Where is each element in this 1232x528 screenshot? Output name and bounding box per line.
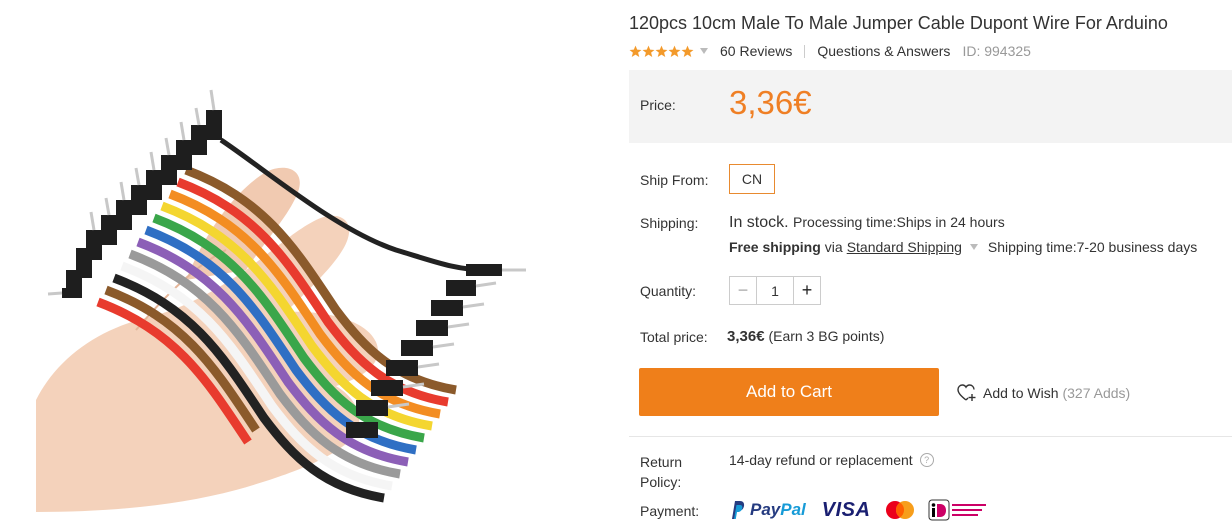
price-box: Price: 3,36€ <box>629 70 1232 143</box>
processing-time: Processing time:Ships in 24 hours <box>793 214 1005 230</box>
paypal-text-1: Pay <box>750 500 781 519</box>
star-icon <box>642 45 655 57</box>
quantity-label: Quantity: <box>640 283 697 299</box>
ideal-logo-icon <box>928 499 988 521</box>
payment-methods: Pay Pal VISA <box>729 498 988 522</box>
bg-points: (Earn 3 BG points) <box>768 328 885 344</box>
quantity-increase-button[interactable]: + <box>793 277 820 304</box>
add-to-wish-label: Add to Wish <box>983 385 1059 401</box>
star-icon <box>629 45 642 57</box>
shipping-method-dropdown-icon[interactable] <box>969 244 978 250</box>
meta-divider <box>804 44 806 58</box>
visa-logo-icon: VISA <box>821 498 871 521</box>
wish-count: (327 Adds) <box>1062 385 1131 401</box>
stock-status: In stock. Processing time:Ships in 24 ho… <box>729 214 1005 232</box>
free-shipping-text: Free shipping <box>729 239 821 255</box>
total-price-label: Total price: <box>640 329 708 345</box>
heart-plus-icon <box>957 384 976 401</box>
product-image[interactable] <box>36 80 536 512</box>
ideal-badge-icon <box>928 499 987 521</box>
product-meta: 60 Reviews Questions & Answers ID: 99432… <box>629 41 1031 61</box>
quantity-decrease-button[interactable]: − <box>730 277 757 304</box>
price-value: 3,36€ <box>729 84 812 121</box>
return-policy: 14-day refund or replacement ? <box>729 452 934 468</box>
mastercard-circles-icon <box>886 501 915 519</box>
shipping-label: Shipping: <box>640 215 699 231</box>
paypal-text-2: Pal <box>780 500 806 519</box>
price-label: Price: <box>640 97 676 113</box>
total-price: 3,36€ (Earn 3 BG points) <box>727 328 884 345</box>
product-title: 120pcs 10cm Male To Male Jumper Cable Du… <box>629 13 1168 33</box>
help-icon[interactable]: ? <box>919 453 934 467</box>
reviews-link[interactable]: 60 Reviews <box>720 43 792 59</box>
return-policy-value: 14-day refund or replacement <box>729 452 913 468</box>
paypal-logo-icon: Pay Pal <box>729 500 806 520</box>
rating-dropdown-icon[interactable] <box>700 48 708 54</box>
shipping-time: Shipping time:7-20 business days <box>987 239 1198 255</box>
shipping-details: Free shipping via Standard Shipping Ship… <box>729 239 1197 255</box>
star-icon <box>681 45 694 57</box>
star-icon <box>655 45 668 57</box>
add-to-wish-button[interactable]: Add to Wish (327 Adds) <box>957 384 1130 402</box>
product-id: ID: 994325 <box>962 43 1031 59</box>
questions-answers-link[interactable]: Questions & Answers <box>817 43 950 59</box>
mastercard-logo-icon <box>884 500 916 520</box>
total-price-value: 3,36€ <box>727 328 765 345</box>
quantity-input[interactable] <box>757 277 793 304</box>
paypal-p-icon <box>732 501 745 519</box>
shipping-method-link[interactable]: Standard Shipping <box>847 239 962 255</box>
add-to-cart-button[interactable]: Add to Cart <box>639 368 939 416</box>
return-policy-label: Return Policy: <box>640 452 682 492</box>
quantity-stepper: − + <box>729 276 821 305</box>
ship-from-option-cn[interactable]: CN <box>729 164 775 194</box>
in-stock-text: In stock. <box>729 214 789 231</box>
section-divider <box>629 436 1232 437</box>
via-text: via <box>824 239 843 255</box>
payment-label: Payment: <box>640 503 700 519</box>
ship-from-label: Ship From: <box>640 172 709 188</box>
rating-stars[interactable] <box>629 45 720 58</box>
star-icon <box>668 45 681 57</box>
jumper-cable-photo-icon <box>36 89 526 512</box>
return-policy-label-line2: Policy: <box>640 474 682 490</box>
return-policy-label-line1: Return <box>640 454 683 470</box>
